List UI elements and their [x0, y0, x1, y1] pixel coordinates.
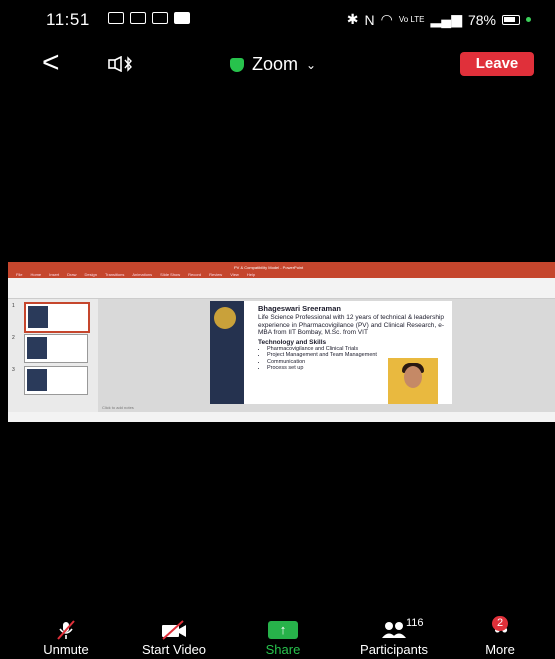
battery-icon	[502, 14, 520, 25]
ppt-window-title: PV & Compatibility Model - PowerPoint	[234, 264, 304, 270]
slide-canvas: Bhageswari Sreeraman Life Science Profes…	[98, 299, 555, 412]
zoom-meeting-screen: 11:51 ✱ N ◠ Vo LTE ▂▄▆ 78% < Zoom ⌄ Leav…	[8, 0, 555, 659]
unmute-button[interactable]: Unmute	[36, 620, 96, 657]
ppt-tab: Insert	[49, 272, 60, 277]
ppt-status-bar	[8, 412, 555, 422]
ppt-tab: View	[230, 272, 239, 277]
participants-count: 116	[406, 617, 424, 629]
current-slide: Bhageswari Sreeraman Life Science Profes…	[210, 301, 452, 404]
battery-percent: 78%	[467, 11, 496, 28]
university-logo	[214, 307, 236, 329]
meeting-title[interactable]: Zoom ⌄	[230, 54, 316, 75]
slide-thumbnails: 1 2 3	[8, 299, 98, 412]
slide-thumbnail	[24, 302, 90, 333]
participants-icon	[382, 622, 406, 638]
status-time: 11:51	[46, 10, 90, 29]
gmail-icon	[108, 12, 124, 24]
microphone-muted-icon	[57, 620, 75, 640]
video-camera-off-icon	[162, 620, 186, 640]
meeting-header: < Zoom ⌄ Leave	[8, 44, 555, 84]
more-label: More	[485, 642, 515, 657]
ppt-ribbon	[8, 278, 555, 299]
video-icon	[174, 12, 190, 24]
speaker-bluetooth-icon[interactable]	[108, 56, 134, 72]
network-label: Vo LTE	[398, 15, 425, 24]
slide-skills-heading: Technology and Skills	[258, 338, 327, 346]
slide-sidebar	[210, 301, 244, 404]
start-video-button[interactable]: Start Video	[132, 620, 216, 657]
ppt-tab: Transitions	[104, 272, 125, 277]
slide-thumbnail	[24, 366, 88, 395]
ppt-tab: Draw	[67, 272, 77, 277]
start-video-label: Start Video	[141, 642, 207, 657]
gallery-icon	[152, 12, 168, 24]
ppt-tab: File	[16, 272, 23, 277]
share-arrow-icon: ↑	[268, 621, 298, 639]
meeting-toolbar: Unmute Start Video ↑ Share 116 Participa…	[8, 616, 555, 659]
active-dot-icon	[526, 17, 531, 22]
ppt-tab: Animations	[132, 272, 153, 277]
status-bar: 11:51 ✱ N ◠ Vo LTE ▂▄▆ 78%	[8, 0, 555, 40]
participants-label: Participants	[360, 642, 428, 657]
system-icons: ✱ N ◠ Vo LTE ▂▄▆ 78%	[347, 11, 531, 28]
unmute-label: Unmute	[43, 642, 89, 657]
meeting-title-label: Zoom	[252, 54, 299, 74]
more-button[interactable]: • • 2 More	[478, 616, 522, 657]
notification-icons	[108, 12, 190, 24]
ppt-tab: Review	[209, 272, 223, 277]
gmail-icon-2	[130, 12, 146, 24]
notes-placeholder: Click to add notes	[102, 405, 134, 410]
ppt-tab: Home	[30, 272, 42, 277]
ppt-tab: Design	[84, 272, 97, 277]
ppt-title-bar: PV & Compatibility Model - PowerPoint	[8, 262, 555, 272]
chevron-down-icon: ⌄	[306, 57, 317, 72]
signal-icon: ▂▄▆	[430, 11, 462, 27]
slide-thumbnail	[24, 334, 88, 363]
ppt-tab: Help	[246, 272, 256, 277]
shared-screen: PV & Compatibility Model - PowerPoint Fi…	[8, 262, 555, 422]
thumb-number: 3	[12, 367, 15, 373]
profile-photo	[388, 358, 438, 404]
bluetooth-icon: ✱	[346, 11, 359, 27]
share-label: Share	[265, 642, 301, 657]
more-badge: 2	[492, 616, 509, 631]
ppt-tab: Slide Show	[160, 272, 181, 277]
share-button[interactable]: ↑ Share	[258, 620, 308, 657]
wifi-icon: ◠	[380, 11, 393, 27]
thumb-number: 2	[12, 335, 15, 341]
leave-button[interactable]: Leave	[460, 52, 534, 76]
participants-button[interactable]: 116 Participants	[344, 617, 444, 657]
slide-name: Bhageswari Sreeraman	[258, 304, 341, 313]
slide-description: Life Science Professional with 12 years …	[258, 314, 444, 336]
shield-icon	[230, 57, 244, 72]
back-chevron-icon[interactable]: <	[42, 48, 60, 78]
ppt-tab: Record	[188, 272, 202, 277]
thumb-number: 1	[12, 303, 15, 309]
mute-icon: N	[364, 11, 375, 28]
